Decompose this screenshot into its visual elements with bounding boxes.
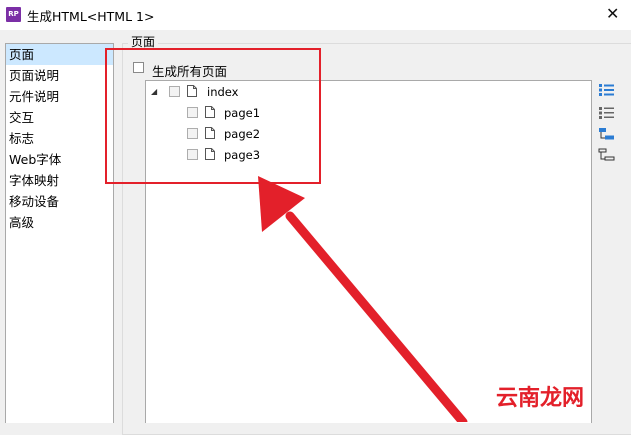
sidebar-item-advanced[interactable]: 高级: [6, 212, 113, 233]
sidebar-item-logo[interactable]: 标志: [6, 128, 113, 149]
title-bar: RP 生成HTML<HTML 1> ✕: [0, 0, 631, 30]
settings-category-list: 页面 页面说明 元件说明 交互 标志 Web字体 字体映射 移动设备 高级: [5, 43, 114, 423]
sidebar-item-widget-notes[interactable]: 元件说明: [6, 86, 113, 107]
app-logo-icon: RP: [6, 7, 21, 22]
close-icon[interactable]: ✕: [606, 4, 619, 23]
sidebar-item-web-fonts[interactable]: Web字体: [6, 149, 113, 170]
watermark-text: 云南龙网: [496, 386, 585, 411]
highlight-annotation-box: [105, 48, 321, 184]
sidebar-item-font-mapping[interactable]: 字体映射: [6, 170, 113, 191]
sidebar-item-mobile[interactable]: 移动设备: [6, 191, 113, 212]
list-detail-icon[interactable]: [598, 83, 615, 97]
tree-collapse-icon[interactable]: [598, 148, 615, 162]
sidebar-item-page-notes[interactable]: 页面说明: [6, 65, 113, 86]
sidebar-item-pages[interactable]: 页面: [6, 44, 113, 65]
sidebar-item-interactions[interactable]: 交互: [6, 107, 113, 128]
tree-expand-icon[interactable]: [598, 127, 615, 141]
pages-group-title: 页面: [128, 35, 159, 49]
window-title: 生成HTML<HTML 1>: [27, 9, 155, 24]
list-icon[interactable]: [598, 106, 615, 120]
